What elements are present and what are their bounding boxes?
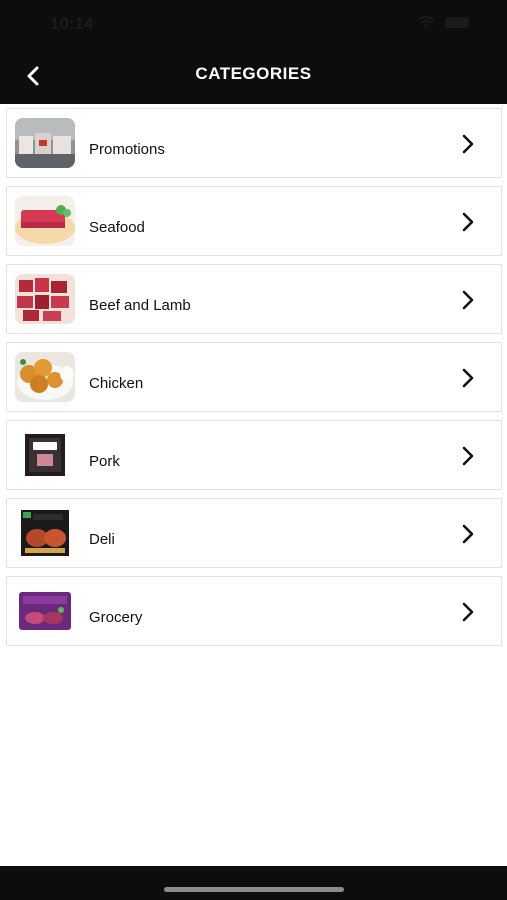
category-row-grocery[interactable]: Grocery xyxy=(6,576,502,646)
chevron-right-icon xyxy=(462,290,474,310)
category-thumbnail-beef-and-lamb xyxy=(15,274,75,324)
chevron-right-icon xyxy=(462,212,474,232)
category-label: Promotions xyxy=(89,140,165,158)
category-row-deli[interactable]: Deli xyxy=(6,498,502,568)
navigation-bar: 10:14 CATEGORIES xyxy=(0,0,507,104)
category-row-pork[interactable]: Pork xyxy=(6,420,502,490)
category-label: Deli xyxy=(89,530,115,548)
category-thumbnail-chicken xyxy=(15,352,75,402)
category-list: Promotions Seafood Beef and Lamb Chicken… xyxy=(6,108,502,654)
bottom-bar xyxy=(0,866,507,900)
chevron-right-icon xyxy=(462,446,474,466)
category-row-beef-and-lamb[interactable]: Beef and Lamb xyxy=(6,264,502,334)
chevron-right-icon xyxy=(462,602,474,622)
category-thumbnail-promotions xyxy=(15,118,75,168)
category-thumbnail-pork xyxy=(15,430,75,480)
status-icons xyxy=(417,16,469,28)
status-time: 10:14 xyxy=(50,14,94,33)
battery-icon xyxy=(445,16,469,28)
category-row-chicken[interactable]: Chicken xyxy=(6,342,502,412)
category-row-seafood[interactable]: Seafood xyxy=(6,186,502,256)
category-thumbnail-deli xyxy=(15,508,75,558)
category-label: Grocery xyxy=(89,608,143,626)
wifi-icon xyxy=(417,16,435,28)
category-row-promotions[interactable]: Promotions xyxy=(6,108,502,178)
chevron-right-icon xyxy=(462,524,474,544)
chevron-right-icon xyxy=(462,368,474,388)
category-thumbnail-seafood xyxy=(15,196,75,246)
category-label: Pork xyxy=(89,452,120,470)
category-label: Seafood xyxy=(89,218,145,236)
category-label: Beef and Lamb xyxy=(89,296,191,314)
category-thumbnail-grocery xyxy=(15,586,75,636)
category-label: Chicken xyxy=(89,374,144,392)
home-indicator[interactable] xyxy=(164,887,344,892)
chevron-right-icon xyxy=(462,134,474,154)
page-title: CATEGORIES xyxy=(195,64,312,83)
